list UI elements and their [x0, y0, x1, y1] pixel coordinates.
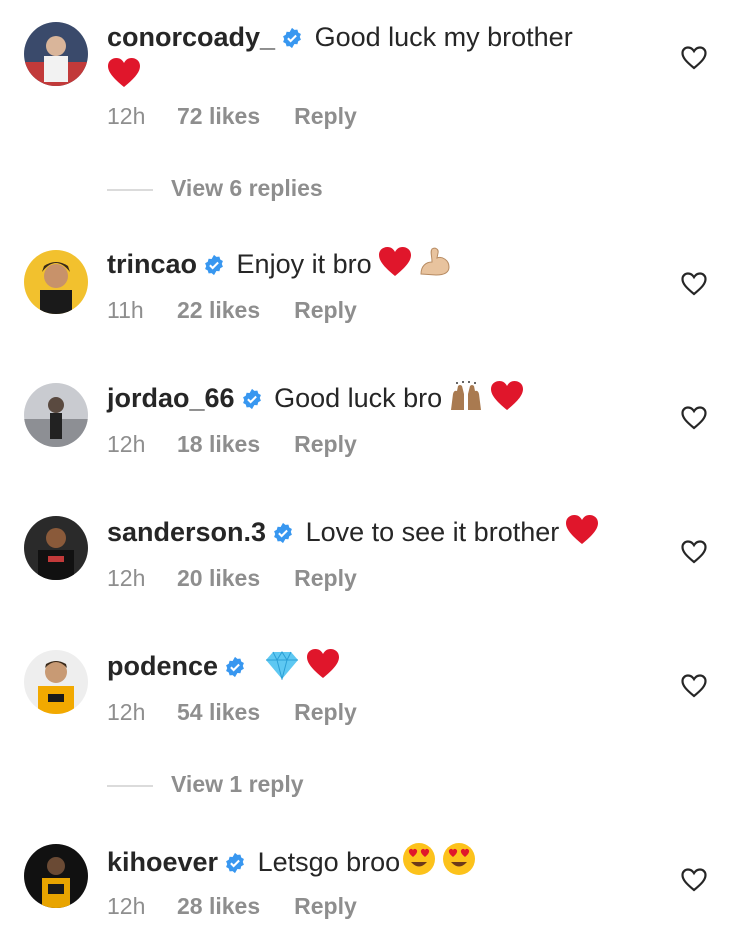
comment-text: Love to see it brother [305, 517, 560, 547]
view-replies-button[interactable]: View 6 replies [107, 175, 323, 202]
likes-count[interactable]: 28 likes [177, 893, 260, 920]
avatar[interactable] [24, 650, 88, 714]
avatar[interactable] [24, 383, 88, 447]
likes-count[interactable]: 22 likes [177, 297, 260, 324]
heart-eyes-icon [442, 842, 476, 884]
likes-count[interactable]: 20 likes [177, 565, 260, 592]
username[interactable]: sanderson.3 [107, 517, 266, 547]
avatar[interactable] [24, 844, 88, 908]
reply-button[interactable]: Reply [294, 297, 357, 324]
raising-hands-icon [448, 380, 484, 420]
comment-time: 12h [107, 565, 146, 591]
divider [107, 784, 153, 787]
red-heart-icon [107, 57, 141, 97]
red-heart-icon [306, 648, 340, 688]
like-heart-icon[interactable] [681, 540, 707, 569]
red-heart-icon [378, 246, 412, 286]
comment-time: 12h [107, 431, 146, 457]
divider [107, 188, 153, 191]
likes-count[interactable]: 54 likes [177, 699, 260, 726]
verified-badge-icon [281, 23, 303, 57]
username[interactable]: trincao [107, 249, 197, 279]
reply-button[interactable]: Reply [294, 893, 357, 920]
reply-button[interactable]: Reply [294, 103, 357, 130]
verified-badge-icon [203, 250, 225, 284]
red-heart-icon [490, 380, 524, 420]
avatar[interactable] [24, 516, 88, 580]
reply-button[interactable]: Reply [294, 699, 357, 726]
comment-time: 11h [107, 297, 144, 323]
verified-badge-icon [224, 652, 246, 686]
avatar[interactable] [24, 250, 88, 314]
like-heart-icon[interactable] [681, 674, 707, 703]
avatar[interactable] [24, 22, 88, 86]
like-heart-icon[interactable] [681, 46, 707, 75]
username[interactable]: kihoever [107, 847, 218, 877]
likes-count[interactable]: 72 likes [177, 103, 260, 130]
flexed-biceps-icon [418, 246, 452, 286]
verified-badge-icon [272, 518, 294, 552]
verified-badge-icon [241, 384, 263, 418]
username[interactable]: jordao_66 [107, 383, 235, 413]
like-heart-icon[interactable] [681, 272, 707, 301]
comment-text: Enjoy it bro [236, 249, 372, 279]
reply-button[interactable]: Reply [294, 431, 357, 458]
reply-button[interactable]: Reply [294, 565, 357, 592]
comment-text: Good luck my brother [314, 22, 573, 52]
username[interactable]: conorcoady_ [107, 22, 275, 52]
likes-count[interactable]: 18 likes [177, 431, 260, 458]
comment-time: 12h [107, 893, 146, 919]
verified-badge-icon [224, 848, 246, 882]
red-heart-icon [565, 514, 599, 554]
like-heart-icon[interactable] [681, 868, 707, 897]
view-replies-button[interactable]: View 1 reply [107, 771, 304, 798]
comment-time: 12h [107, 103, 146, 129]
username[interactable]: podence [107, 651, 218, 681]
comment-time: 12h [107, 699, 146, 725]
heart-eyes-icon [402, 842, 436, 884]
comment-text: Good luck bro [274, 383, 443, 413]
like-heart-icon[interactable] [681, 406, 707, 435]
gem-icon [264, 650, 300, 688]
comment-text: Letsgo broo [257, 847, 401, 877]
